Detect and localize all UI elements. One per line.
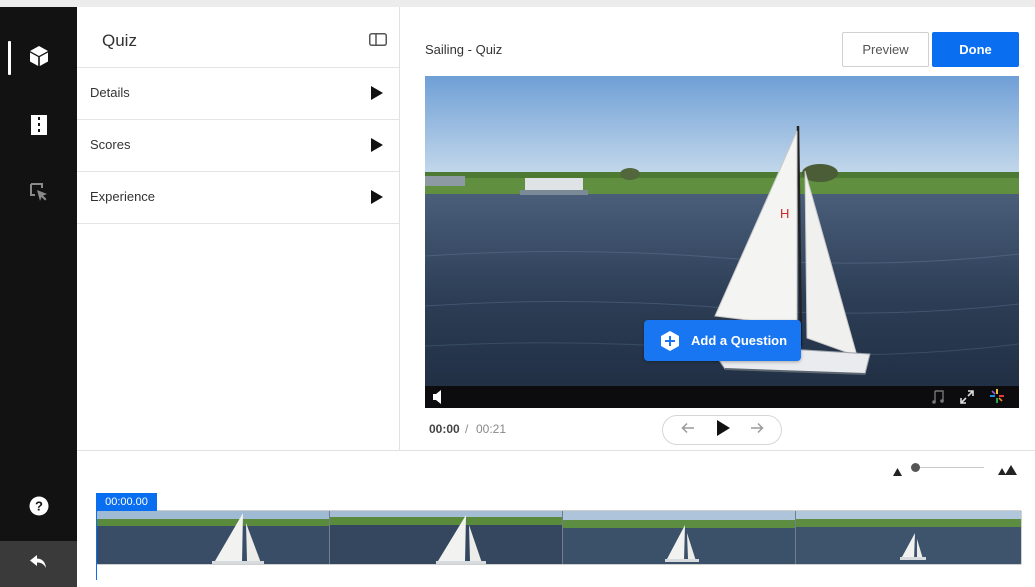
expand-arrow-icon [371,138,383,152]
chapters-icon [30,114,47,140]
next-arrow-icon [750,421,764,439]
play-icon [716,419,730,441]
time-total: 00:21 [476,422,507,436]
player-control-bar [425,386,1019,408]
prev-arrow-icon [681,421,695,439]
panel-row-experience[interactable]: Experience [77,172,399,224]
rail-item-hotspots[interactable] [0,171,77,217]
fullscreen-icon[interactable] [960,390,974,404]
expand-arrow-icon [371,86,383,100]
panel-row-scores[interactable]: Scores [77,120,399,172]
next-frame-button[interactable] [740,416,774,444]
panel-row-label: Scores [90,137,131,152]
video-title: Sailing - Quiz [425,42,503,57]
panel-header: Quiz [77,7,399,68]
panel-row-details[interactable]: Details [77,68,399,120]
timeline-thumbnail [330,511,562,564]
timeline-thumbnail [97,511,329,564]
cursor-select-icon [29,182,49,207]
timeline-zoom [890,460,1020,476]
expand-arrow-icon [371,190,383,204]
zoom-out-icon[interactable] [893,463,902,481]
svg-text:H: H [780,206,789,221]
time-separator: / [465,422,469,436]
timeline-filmstrip[interactable] [96,510,1022,565]
undo-button[interactable] [0,541,77,587]
timeline-divider [77,450,1035,451]
left-rail: ? [0,7,77,587]
sparkle-icon[interactable] [990,389,1004,403]
play-button[interactable] [706,416,740,444]
prev-frame-button[interactable] [671,416,705,444]
panel-toggle-icon[interactable] [369,33,387,46]
add-question-label: Add a Question [691,333,788,348]
zoom-slider-track[interactable] [912,467,984,468]
playhead-line[interactable] [96,510,97,580]
add-question-button[interactable]: Add a Question [644,320,801,361]
rail-item-chapters[interactable] [0,104,77,150]
undo-icon [29,554,48,574]
panel-row-label: Experience [90,189,156,204]
video-player[interactable]: H Add a Question [425,76,1019,408]
zoom-in-icon[interactable] [998,462,1018,480]
panel-title: Quiz [102,31,137,50]
time-current: 00:00 [429,422,460,436]
quiz-panel: Quiz Details Scores Experience [77,7,400,451]
preview-button[interactable]: Preview [842,32,929,67]
zoom-slider-handle[interactable] [911,463,920,472]
music-icon[interactable] [932,390,944,404]
volume-icon[interactable] [433,390,443,404]
top-strip [0,0,1035,7]
add-hexagon-icon [659,330,681,352]
done-button[interactable]: Done [932,32,1019,67]
timeline-thumbnail [563,511,795,564]
help-button[interactable]: ? [0,485,77,531]
help-icon: ? [29,496,49,521]
playback-controls [662,415,782,445]
cube-icon [29,45,49,72]
timeline-thumbnail [796,511,1021,564]
panel-row-label: Details [90,85,130,100]
playhead-time-label[interactable]: 00:00.00 [96,493,157,511]
rail-item-quiz[interactable] [0,35,77,81]
svg-text:?: ? [35,498,43,513]
